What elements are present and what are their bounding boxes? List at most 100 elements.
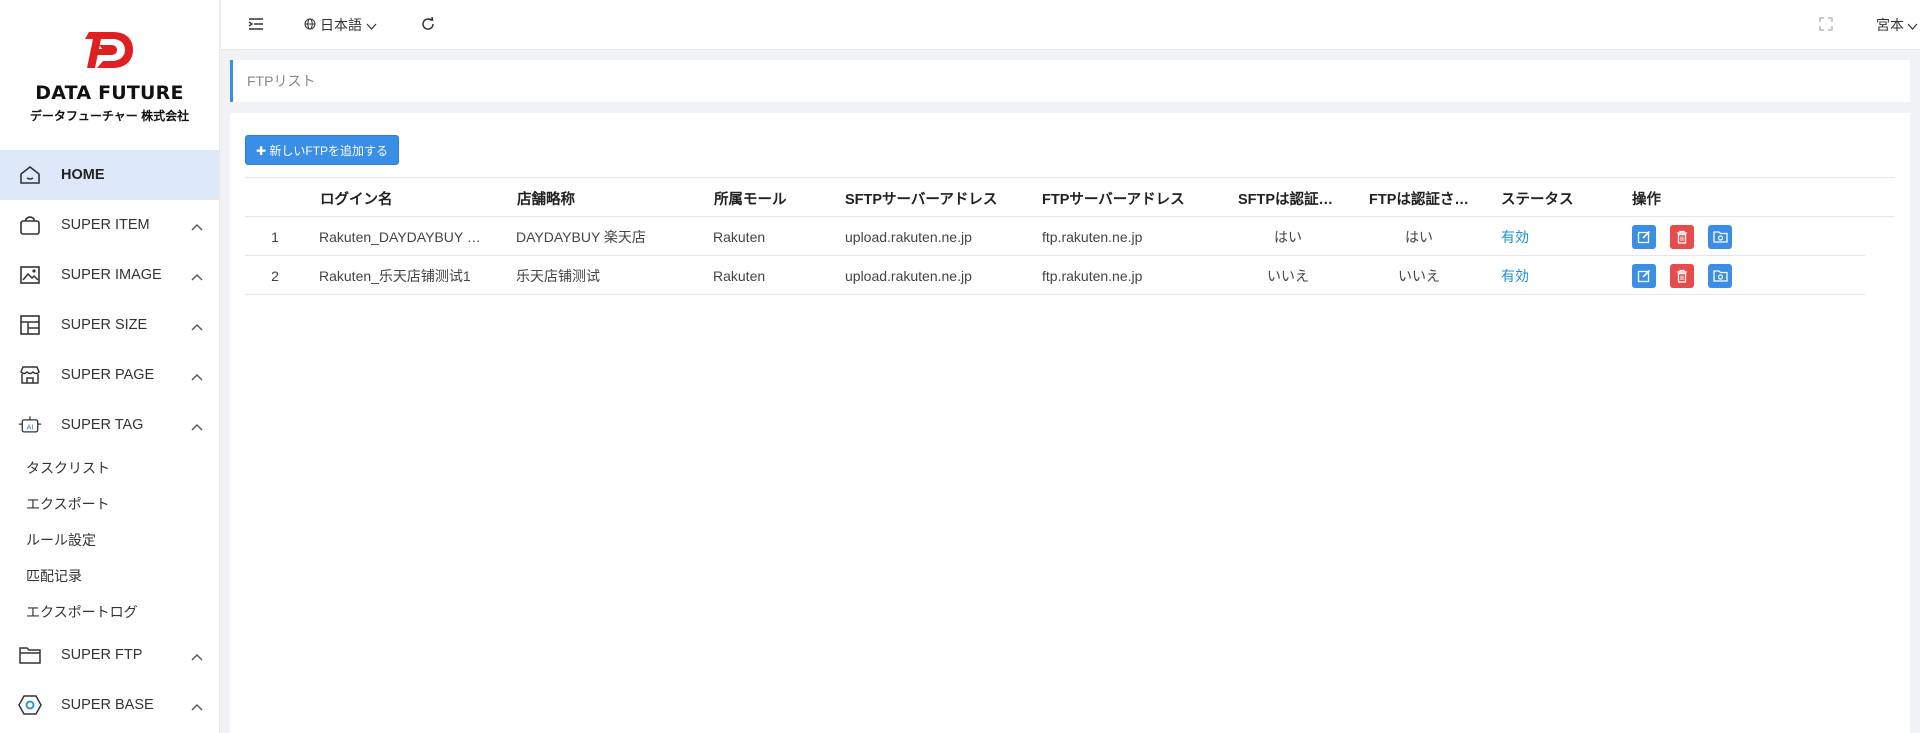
svg-text:AI: AI [27,423,34,431]
breadcrumb: FTPリスト [230,60,1910,102]
sidebar-subitem-export[interactable]: エクスポート [0,486,219,522]
sidebar-item-label: SUPER SIZE [61,317,148,333]
data-future-logo-icon [84,32,133,68]
sidebar-item-label: SUPER ITEM [61,217,150,233]
chevron-up-icon [191,648,203,666]
sidebar-subitem-match-records[interactable]: 匹配记录 [0,558,219,594]
image-icon [18,263,42,287]
fullscreen-icon [1819,16,1833,34]
cell-shop: 乐天店铺测试 [516,267,600,284]
cell-login: Rakuten_DAYDAYBUY … [319,228,481,245]
column-header-mall[interactable]: 所属モール [714,178,839,218]
cell-sftp-auth: はい [1274,228,1302,245]
language-selector[interactable]: 日本語 [304,0,377,50]
table-row[interactable]: 1 Rakuten_DAYDAYBUY … DAYDAYBUY 楽天店 Raku… [245,217,1865,256]
row-actions [1632,256,1792,295]
folder-icon [1712,270,1728,282]
user-menu[interactable]: 宮本 [1876,0,1918,50]
brand-subtitle: データフューチャー 株式会社 [29,109,190,123]
add-ftp-button[interactable]: ✚ 新しいFTPを追加する [245,135,400,165]
sidebar-item-super-image[interactable]: SUPER IMAGE [0,250,219,300]
open-folder-button[interactable] [1708,224,1732,249]
edit-icon [1637,230,1651,243]
column-header-sftp-address[interactable]: SFTPサーバーアドレス [845,178,1035,218]
column-header-ftp-address[interactable]: FTPサーバーアドレス [1042,178,1232,218]
column-header-login[interactable]: ログイン名 [320,178,510,218]
trash-icon [1677,230,1687,244]
edit-button[interactable] [1632,263,1656,288]
trash-icon [1677,269,1687,283]
ai-robot-icon: AI [18,413,42,437]
sidebar-subitem-rule-settings[interactable]: ルール設定 [0,522,219,558]
column-header-shop[interactable]: 店舗略称 [517,178,707,218]
sidebar-item-label: SUPER FTP [61,647,143,663]
sidebar-item-super-item[interactable]: SUPER ITEM [0,200,219,250]
cell-mall: Rakuten [713,228,766,245]
cell-ftp-auth: はい [1405,228,1433,245]
chevron-down-icon [366,17,377,33]
cell-sftp-address: upload.rakuten.ne.jp [845,267,972,284]
table-row[interactable]: 2 Rakuten_乐天店铺测试1 乐天店铺测试 Rakuten upload.… [245,256,1865,295]
sidebar-item-label: SUPER TAG [61,417,144,433]
menu-toggle-button[interactable] [248,0,264,50]
status-badge: 有効 [1501,228,1529,245]
cell-sftp-auth: いいえ [1267,267,1309,284]
logo[interactable]: DATA FUTURE データフューチャー 株式会社 [0,0,219,150]
cell-mall: Rakuten [713,267,766,284]
sidebar-item-super-page[interactable]: SUPER PAGE [0,350,219,400]
row-actions [1632,217,1792,256]
delete-button[interactable] [1670,224,1694,249]
brand-title: DATA FUTURE [35,82,184,104]
cell-login: Rakuten_乐天店铺测试1 [319,267,471,284]
chevron-up-icon [191,218,203,236]
sidebar-item-label: HOME [61,167,105,183]
chevron-down-icon [1907,17,1918,33]
hexagon-icon [18,693,42,717]
sidebar-subitem-export-log[interactable]: エクスポートログ [0,594,219,630]
column-header-actions: 操作 [1632,191,1661,208]
sidebar: DATA FUTURE データフューチャー 株式会社 HOME SUPER IT… [0,0,220,733]
fullscreen-button[interactable] [1819,0,1833,50]
column-header-sftp-auth[interactable]: SFTPは認証… [1238,178,1363,218]
open-folder-button[interactable] [1708,263,1732,288]
language-label: 日本語 [320,17,362,33]
user-name: 宮本 [1876,17,1904,33]
bag-icon [18,213,42,237]
sidebar-item-label: SUPER BASE [61,697,154,713]
chevron-up-icon [191,268,203,286]
edit-button[interactable] [1632,224,1656,249]
sidebar-item-super-size[interactable]: SUPER SIZE [0,300,219,350]
top-header: 日本語 宮本 [221,0,1920,50]
delete-button[interactable] [1670,263,1694,288]
sidebar-item-super-ftp[interactable]: SUPER FTP [0,630,219,680]
page-title: FTPリスト [247,73,316,89]
row-index: 1 [271,228,279,245]
sidebar-item-label: SUPER IMAGE [61,267,162,283]
cell-ftp-address: ftp.rakuten.ne.jp [1042,228,1143,245]
layout-icon [18,313,42,337]
cell-ftp-address: ftp.rakuten.ne.jp [1042,267,1143,284]
refresh-button[interactable] [421,0,435,50]
column-header-status[interactable]: ステータス [1501,178,1626,218]
main-card: ✚ 新しいFTPを追加する ログイン名 店舗略称 所属モール SFTPサーバーア… [230,113,1910,733]
menu-fold-icon [248,17,264,34]
home-icon [18,163,42,187]
chevron-up-icon [191,698,203,716]
folder-icon [18,643,42,667]
refresh-icon [421,16,435,34]
sidebar-item-super-tag[interactable]: AI SUPER TAG [0,400,219,450]
table-header: ログイン名 店舗略称 所属モール SFTPサーバーアドレス FTPサーバーアドレ… [245,177,1895,217]
store-icon [18,363,42,387]
sidebar-item-label: SUPER PAGE [61,367,155,383]
edit-icon [1637,269,1651,282]
chevron-up-icon [191,318,203,336]
sidebar-subitem-task-list[interactable]: タスクリスト [0,450,219,486]
sidebar-item-super-base[interactable]: SUPER BASE [0,680,219,730]
cell-shop: DAYDAYBUY 楽天店 [516,228,646,245]
sidebar-item-home[interactable]: HOME [0,150,219,200]
globe-icon [304,17,316,33]
row-index: 2 [271,267,279,284]
cell-ftp-auth: いいえ [1398,267,1440,284]
column-header-ftp-auth[interactable]: FTPは認証さ… [1369,178,1494,218]
ftp-table: ログイン名 店舗略称 所属モール SFTPサーバーアドレス FTPサーバーアドレ… [245,177,1895,295]
